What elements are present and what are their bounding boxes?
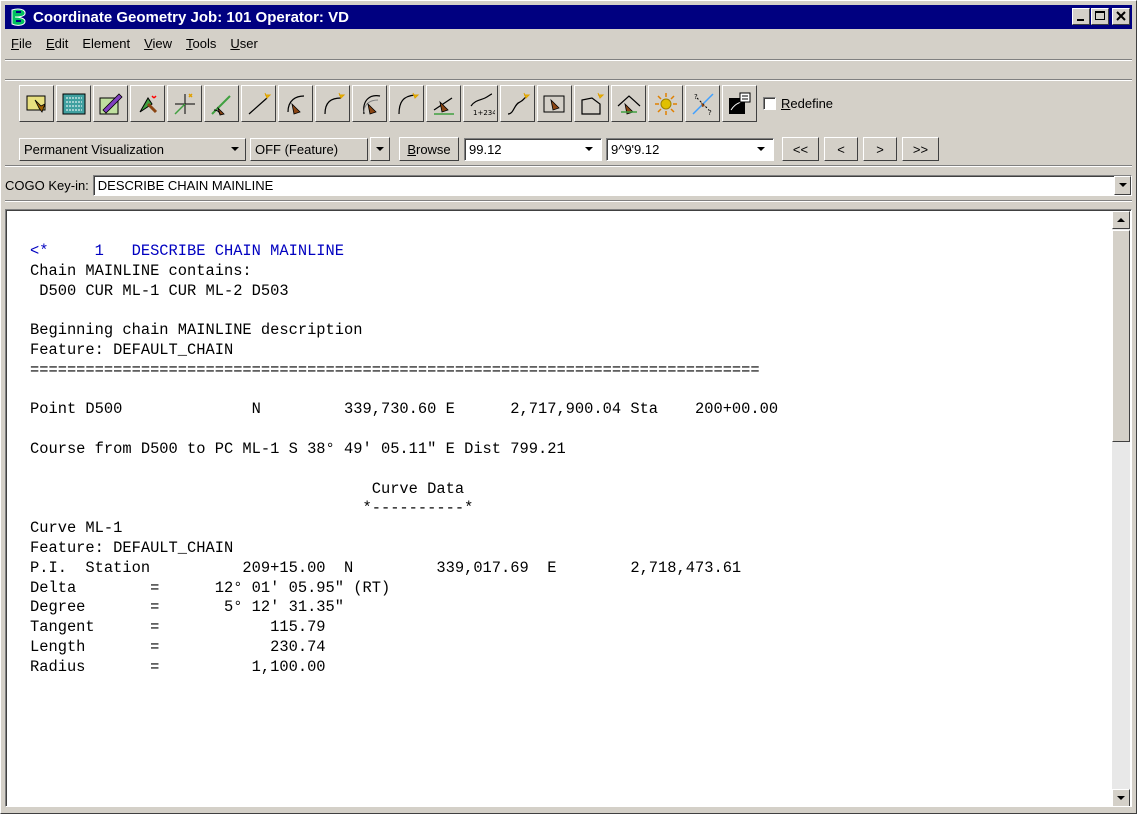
feature-arrow-icon (376, 147, 384, 151)
visualization-value: Permanent Visualization (24, 141, 164, 157)
svg-text:?: ? (708, 109, 712, 117)
output-panel[interactable]: <* 1 DESCRIBE CHAIN MAINLINE Chain MAINL… (5, 209, 1132, 807)
profile-icon[interactable] (722, 85, 757, 122)
window-title: Coordinate Geometry Job: 101 Operator: V… (33, 8, 349, 26)
previous-button[interactable]: < (824, 137, 858, 161)
close-button[interactable] (1112, 8, 1130, 25)
point-list-icon[interactable] (56, 85, 91, 122)
keyin-input[interactable]: DESCRIBE CHAIN MAINLINE (92, 174, 1132, 196)
add-point-icon[interactable] (167, 85, 202, 122)
menu-edit-key: E (45, 35, 55, 51)
menu-edit[interactable]: Edit (40, 36, 76, 51)
intersection-icon[interactable]: ?? (685, 85, 720, 122)
menu-tools-label: ools (192, 35, 217, 51)
spiral-curve-icon[interactable] (389, 85, 424, 122)
browse-key: B (407, 141, 416, 157)
locate-point-icon[interactable] (130, 85, 165, 122)
store-curve-icon[interactable] (315, 85, 350, 122)
scroll-down-icon (1117, 796, 1125, 800)
visualization-dropdown[interactable]: Permanent Visualization (19, 137, 246, 161)
options-row: Permanent Visualization OFF (Feature) Br… (19, 137, 944, 161)
menu-bar: File Edit Element View Tools User (5, 31, 266, 55)
title-bar[interactable]: Coordinate Geometry Job: 101 Operator: V… (5, 5, 1132, 29)
redefine-checkbox[interactable] (763, 97, 776, 110)
store-chain-icon[interactable] (500, 85, 535, 122)
keyin-divider (5, 200, 1132, 202)
menu-view-key: V (144, 35, 153, 51)
menu-user[interactable]: User (224, 36, 265, 51)
store-point-icon[interactable] (19, 85, 54, 122)
chain-curve-icon[interactable] (426, 85, 461, 122)
distance-precision-arrow-icon (585, 146, 593, 151)
angle-precision-select[interactable]: 9^9'9.12 (606, 137, 774, 161)
menu-view-label: iew (152, 35, 173, 51)
toolbar-divider (5, 79, 1132, 81)
visualization-arrow-icon (231, 146, 239, 151)
curve-solve-icon[interactable] (278, 85, 313, 122)
command-echo: <* 1 DESCRIBE CHAIN MAINLINE (30, 242, 345, 260)
menu-element[interactable]: Element (76, 36, 138, 51)
angle-course-icon[interactable] (204, 85, 239, 122)
area-polygon-icon[interactable] (574, 85, 609, 122)
distance-precision-select[interactable]: 99.12 (464, 137, 602, 161)
redefine-label: Redefine (781, 96, 833, 111)
redefine-label-key: R (781, 96, 791, 111)
keyin-label: COGO Key-in: (5, 177, 89, 193)
curve-course-icon[interactable] (352, 85, 387, 122)
bentley-logo-icon (9, 7, 29, 27)
menu-edit-label: dit (54, 35, 69, 51)
angle-precision-arrow-icon (757, 146, 765, 151)
keyin-arrow-icon (1118, 183, 1127, 187)
feature-dropdown-button[interactable] (370, 137, 390, 161)
station-offset-icon[interactable]: 1+234 (463, 85, 498, 122)
menu-file-key: F (11, 35, 19, 51)
menu-user-label: ser (239, 35, 258, 51)
menu-user-key: U (230, 35, 240, 51)
scroll-down-button[interactable] (1112, 789, 1130, 806)
minimize-button[interactable] (1072, 8, 1090, 25)
output-body: Chain MAINLINE contains: D500 CUR ML-1 C… (30, 261, 779, 676)
menu-divider (5, 59, 1132, 61)
keyin-value: DESCRIBE CHAIN MAINLINE (97, 177, 274, 193)
cogo-toolbar: 1+234 ?? Redefine (19, 85, 833, 122)
redefine-checkbox-group[interactable]: Redefine (763, 96, 833, 111)
scroll-up-icon (1117, 218, 1125, 222)
maximize-button[interactable] (1091, 8, 1109, 25)
scroll-up-button[interactable] (1112, 211, 1130, 229)
store-line-icon[interactable] (241, 85, 276, 122)
edit-element-icon[interactable] (93, 85, 128, 122)
keyin-row: COGO Key-in: DESCRIBE CHAIN MAINLINE (5, 173, 1132, 197)
svg-text:?: ? (694, 93, 698, 101)
menu-tools[interactable]: Tools (180, 36, 224, 51)
cogo-window: Coordinate Geometry Job: 101 Operator: V… (0, 0, 1137, 814)
menu-file-label: ile (18, 35, 32, 51)
distance-precision-value: 99.12 (469, 141, 502, 157)
feature-field[interactable]: OFF (Feature) (250, 137, 368, 161)
svg-text:1+234: 1+234 (473, 109, 495, 117)
vertical-scrollbar[interactable] (1112, 211, 1130, 806)
menu-view[interactable]: View (138, 36, 180, 51)
browse-button[interactable]: Browse (399, 137, 459, 161)
menu-file[interactable]: File (5, 36, 40, 51)
next-button[interactable]: > (863, 137, 897, 161)
sun-icon[interactable] (648, 85, 683, 122)
redefine-label-rest: edefine (790, 96, 834, 111)
feature-value: OFF (Feature) (255, 141, 339, 157)
keyin-history-button[interactable] (1114, 175, 1131, 195)
angle-precision-value: 9^9'9.12 (611, 141, 660, 157)
last-button[interactable]: >> (902, 137, 939, 161)
traverse-icon[interactable] (611, 85, 646, 122)
scroll-thumb[interactable] (1112, 230, 1130, 442)
options-divider (5, 165, 1132, 167)
first-button[interactable]: << (782, 137, 819, 161)
menu-element-label: Element (82, 35, 131, 51)
output-text: <* 1 DESCRIBE CHAIN MAINLINE Chain MAINL… (30, 242, 778, 678)
parcel-point-icon[interactable] (537, 85, 572, 122)
browse-label: rowse (415, 141, 451, 157)
